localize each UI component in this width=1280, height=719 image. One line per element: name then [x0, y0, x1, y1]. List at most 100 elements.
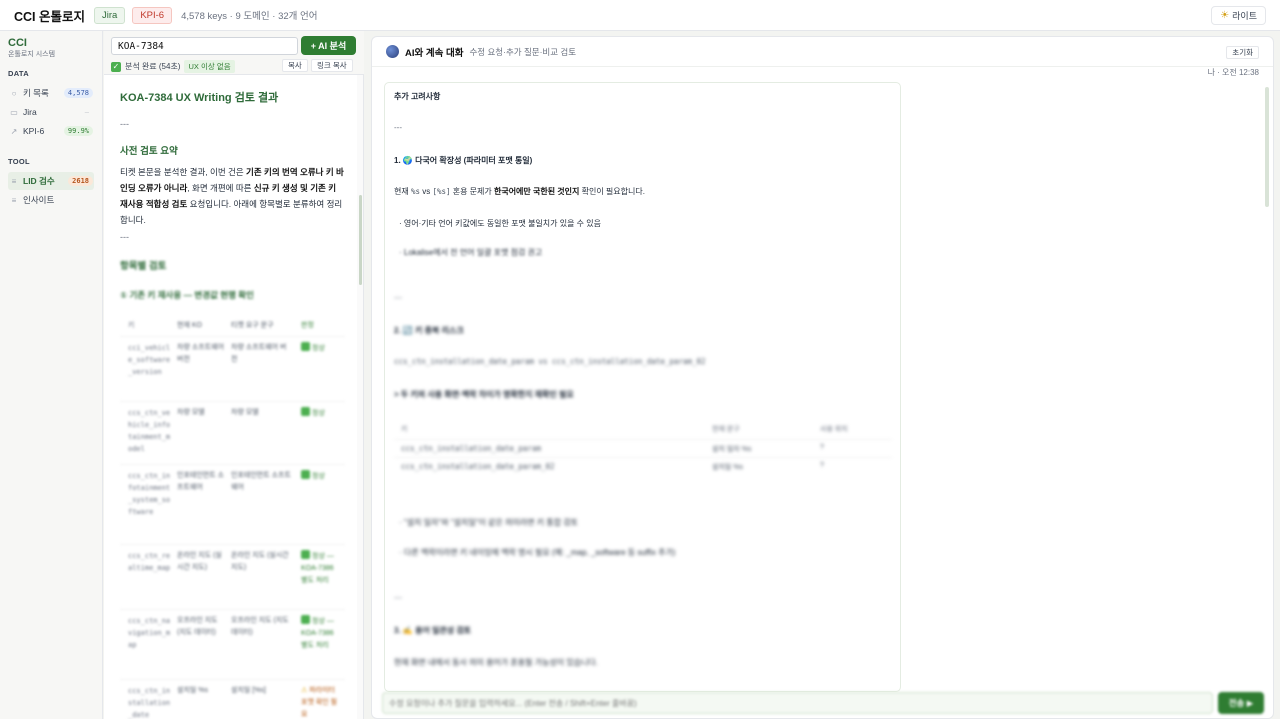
point-3-title: 3. ✍️ 용어 일관성 검토 — [394, 626, 472, 635]
link-copy-button[interactable]: 링크 복사 — [311, 59, 353, 72]
stats-text: 4,578 keys · 9 도메인 · 32개 언어 — [181, 11, 318, 22]
separator: --- — [120, 119, 129, 129]
key-cell: ccs_ctn_vehicle_infotainment_model — [128, 409, 171, 453]
brand-name: CCI — [8, 37, 27, 49]
required-cell: 차량 소프트웨어 버전 — [231, 344, 287, 363]
copy-button[interactable]: 복사 — [282, 59, 308, 72]
chat-panel: AI와 계속 대화 수정 요청·추가 질문·비교 검토 초기화 나 · 오전 1… — [371, 36, 1274, 719]
result-cell: 정상 — KOA-7386 별도 처리 — [301, 550, 339, 587]
point-1-title: 1. 🌍 다국어 확장성 (파라미터 포맷 통일) — [394, 156, 533, 165]
search-icon: ○ — [11, 88, 17, 98]
theme-label: 라이트 — [1232, 11, 1257, 21]
chat-message-input[interactable] — [382, 692, 1213, 714]
jira-badge[interactable]: Jira — [94, 6, 126, 24]
sidebar-item-lid-review[interactable]: ≡ LID 검수 2618 — [8, 172, 94, 190]
location-cell: ? — [820, 444, 824, 451]
current-cell: 오프라인 지도 (지도 데이터) — [177, 617, 218, 636]
analysis-content: KOA-7384 UX Writing 검토 결과 --- 사전 검토 요약 티… — [120, 89, 345, 301]
result-title: KOA-7384 UX Writing 검토 결과 — [120, 92, 279, 104]
table-row: ccs_ctn_installation_date_param_02 설치일 %… — [394, 457, 892, 475]
theme-toggle-button[interactable]: ☀ 라이트 — [1211, 6, 1266, 25]
sidebar: CCI 온톨로지 시스템 DATA ○ 키 목록 4,578 ▭ Jira — … — [0, 31, 103, 719]
table-header-cell: 키 — [401, 426, 408, 433]
point-2-bullet: · "설치 일자"와 "설치일"이 같은 의미라면 키 통합 검토 — [399, 518, 579, 527]
current-cell: 온라인 지도 (실시간 지도) — [177, 552, 222, 571]
table-row: cci_vehicle_software_version 차량 소프트웨어 버전… — [120, 336, 345, 401]
table-row: ccs_ctn_installation_date 설치일 %s 설치일 [%s… — [120, 679, 345, 719]
point-2-bullet: · 다른 맥락이라면 키 네이밍에 맥락 명시 필요 (예: _map, _so… — [399, 548, 676, 557]
table-row: ccs_ctn_realtime_map 온라인 지도 (실시간 지도) 온라인… — [120, 544, 345, 609]
reset-button[interactable]: 초기화 — [1226, 46, 1259, 59]
ux-status-badge: UX 이상 없음 — [184, 60, 235, 73]
table-row: ccs_ctn_navigation_map 오프라인 지도 (지도 데이터) … — [120, 609, 345, 679]
result-cell: 정상 — [301, 342, 339, 355]
chart-icon: ↗ — [10, 126, 18, 136]
summary-paragraph: 티켓 본문을 분석한 결과, 이번 건은 기존 키의 번역 오류나 키 바인딩 … — [120, 167, 344, 225]
table-header-cell: 키 — [128, 322, 135, 329]
table-row: ccs_ctn_vehicle_infotainment_model 차량 모델… — [120, 401, 345, 464]
point-2-code: ccs_ctn_installation_date_param vs ccs_c… — [394, 357, 706, 366]
items-subheading: ① 기존 키 재사용 — 변경값 현행 확인 — [120, 290, 254, 300]
point-1-bullet: · Lokalise에서 전 언어 일괄 포맷 점검 권고 — [399, 248, 543, 257]
key-cell: ccs_ctn_installation_date_param_02 — [401, 462, 555, 471]
sidebar-item-keys[interactable]: ○ 키 목록 4,578 — [8, 84, 94, 102]
check-icon — [301, 550, 310, 559]
key-cell: ccs_ctn_infotainment_system_software — [128, 472, 171, 516]
check-icon — [301, 407, 310, 416]
count-badge: 2618 — [68, 176, 93, 186]
sidebar-item-jira[interactable]: ▭ Jira — — [8, 103, 94, 121]
data-section-title: DATA — [8, 69, 29, 78]
current-cell: 설치일 %s — [177, 687, 208, 694]
count-badge: 99.9% — [63, 126, 93, 136]
separator: --- — [394, 593, 402, 602]
table-header-cell: 현재 KO — [177, 322, 202, 329]
table-header-cell: 사용 위치 — [820, 426, 848, 433]
key-cell: ccs_ctn_realtime_map — [128, 552, 171, 572]
status-row: ✓ 분석 완료 (54초) UX 이상 없음 — [111, 60, 235, 73]
point-2-quote: > 두 키의 사용 화면·맥락 차이가 명확한지 재확인 필요 — [394, 390, 574, 399]
app-title: CCI 온톨로지 — [14, 9, 86, 24]
sidebar-item-insight[interactable]: ≡ 인사이트 — [8, 191, 94, 209]
separator: --- — [394, 293, 402, 302]
key-cell: ccs_ctn_installation_date_param — [401, 444, 541, 453]
table-row: ccs_ctn_installation_date_param 설치 일자 %s… — [394, 439, 892, 457]
point-2-title: 2. 🔄 키 중복 리스크 — [394, 326, 464, 335]
scrollbar[interactable] — [357, 75, 363, 719]
required-cell: 설치일 [%s] — [231, 687, 266, 694]
required-cell: 오프라인 지도 (지도 데이터) — [231, 617, 289, 636]
scrollbar-thumb[interactable] — [1265, 87, 1269, 207]
message-meta: 나 · 오전 12:38 — [1207, 68, 1259, 77]
point-1-bullet: · 영어·기타 언어 키값에도 동일한 포맷 불일치가 있을 수 있음 — [399, 219, 601, 228]
sidebar-item-label: Jira — [23, 107, 37, 117]
sidebar-item-kpi[interactable]: ↗ KPI-6 99.9% — [8, 122, 94, 140]
table-header-cell: 티켓 요구 문구 — [231, 322, 274, 329]
sidebar-item-label: 인사이트 — [23, 195, 55, 205]
table-header-cell: 현재 문구 — [712, 426, 740, 433]
summary-heading: 사전 검토 요약 — [120, 146, 178, 157]
scrollbar-thumb[interactable] — [359, 195, 362, 285]
chat-header: AI와 계속 대화 수정 요청·추가 질문·비교 검토 초기화 — [372, 37, 1273, 67]
key-cell: ccs_ctn_navigation_map — [128, 617, 171, 649]
sidebar-item-label: KPI-6 — [23, 126, 45, 136]
table-header-cell: 판정 — [301, 322, 314, 329]
ai-analyze-button[interactable]: + AI 분석 — [301, 36, 356, 55]
chat-subtitle: 수정 요청·추가 질문·비교 검토 — [469, 46, 577, 57]
ai-message-bubble: 추가 고려사항 --- 1. 🌍 다국어 확장성 (파라미터 포맷 통일) 현재… — [384, 82, 901, 692]
kpi-badge[interactable]: KPI-6 — [132, 6, 173, 24]
key-cell: cci_vehicle_software_version — [128, 344, 171, 376]
result-cell: ⚠ 파라미터 포맷 확인 필요 — [301, 687, 338, 718]
text-cell: 설치일 %s — [712, 464, 743, 471]
point-3-text: 현재 화면 내에서 동사 의미 용어가 혼용될 가능성이 있습니다. — [394, 658, 599, 667]
check-icon — [301, 615, 310, 624]
send-button[interactable]: 전송 ▶ — [1218, 692, 1264, 714]
separator: --- — [120, 232, 129, 242]
count-badge: — — [84, 108, 89, 116]
point-1-text: 현재 %s vs [%s] 혼용 문제가 한국어에만 국한된 것인지 확인이 필… — [394, 187, 645, 196]
text-cell: 설치 일자 %s — [712, 446, 752, 453]
result-cell: 정상 — [301, 470, 339, 483]
key-input[interactable] — [111, 37, 298, 55]
square-icon: ▭ — [10, 107, 18, 117]
required-cell: 인포테인먼트 소프트웨어 — [231, 472, 291, 491]
result-cell: 정상 — KOA-7386 별도 처리 — [301, 615, 339, 652]
table-row: ccs_ctn_infotainment_system_software 인포테… — [120, 464, 345, 544]
